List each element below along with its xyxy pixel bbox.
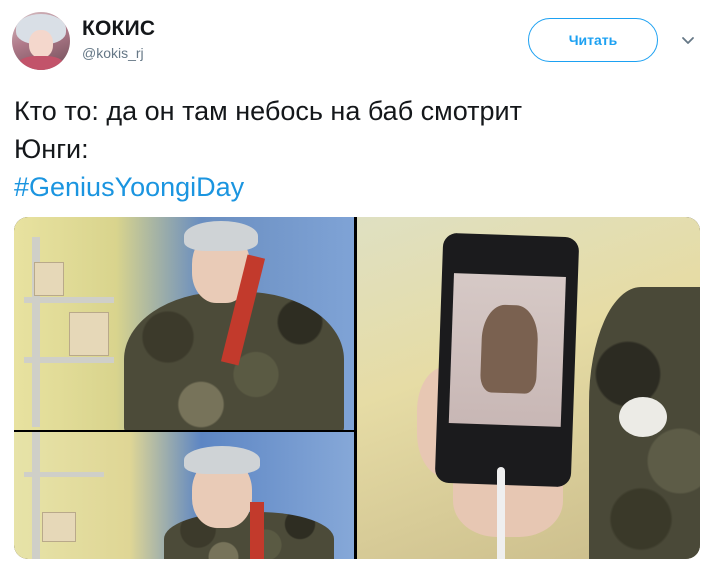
scarf-shape (250, 502, 264, 559)
author-handle[interactable]: @kokis_rj (82, 45, 144, 61)
tweet-text-line-1: Кто то: да он там небось на баб смотрит (14, 96, 522, 126)
box-shape (34, 262, 64, 296)
photo-tile-bottom-left[interactable] (14, 432, 354, 559)
chevron-down-icon[interactable] (680, 32, 696, 48)
shelf-shape (24, 472, 104, 477)
box-shape (42, 512, 76, 542)
photo-tile-top-left[interactable] (14, 217, 354, 430)
author-display-name[interactable]: КОКИС (82, 17, 155, 41)
jacket-shape (589, 287, 700, 559)
person-hair (184, 221, 258, 251)
media-grid (14, 217, 700, 559)
hashtag-link[interactable]: #GeniusYoongiDay (14, 168, 704, 206)
person-hair (184, 446, 260, 474)
phone-screen (448, 273, 566, 427)
skull-print (619, 397, 667, 437)
person-body (164, 512, 334, 559)
photo-tile-right[interactable] (357, 217, 700, 559)
phone-shape (434, 232, 580, 488)
shelf-shape (32, 432, 40, 559)
shelf-shape (24, 357, 114, 363)
box-shape (69, 312, 109, 356)
follow-button[interactable]: Читать (528, 18, 658, 62)
tweet-text-line-2: Юнги: (14, 134, 89, 164)
cable-shape (497, 467, 505, 559)
shelf-shape (24, 297, 114, 303)
dog-shape (479, 304, 539, 395)
avatar-shirt (18, 56, 64, 70)
author-avatar[interactable] (12, 12, 70, 70)
tweet-text: Кто то: да он там небось на баб смотрит … (14, 92, 704, 206)
avatar-face (29, 30, 53, 58)
